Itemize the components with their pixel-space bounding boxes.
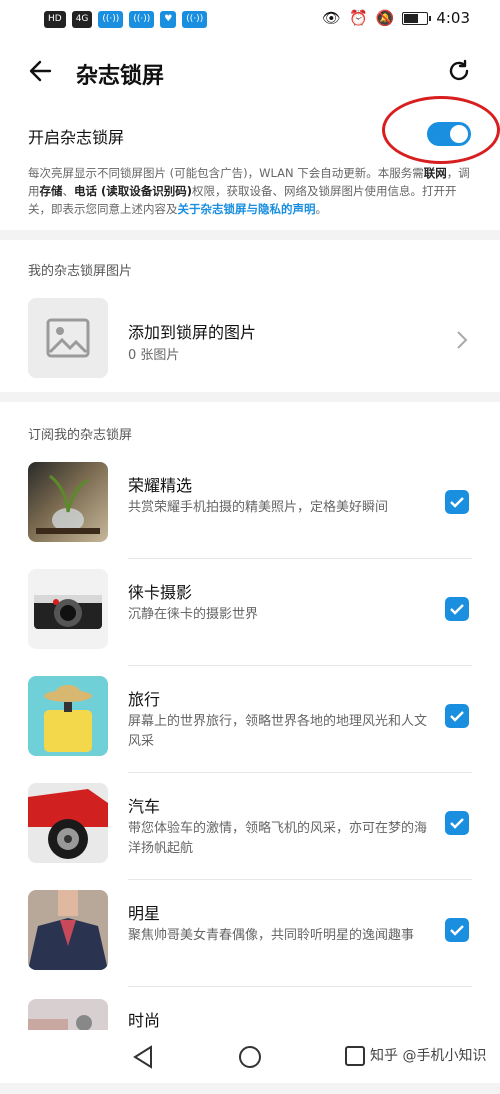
desc-bold: 联网 <box>423 166 447 180</box>
desc-text: 。 <box>315 202 328 216</box>
privacy-statement-link[interactable]: 关于杂志锁屏与隐私的声明 <box>178 202 316 216</box>
status-bar: HD 4G ((·)) ((·)) ♥ ((·)) 👁 ⏰ 🔕 4:03 <box>0 0 500 42</box>
item-title: 时尚 <box>128 1011 161 1030</box>
wifi-badge-icon: ((·)) <box>129 11 155 28</box>
item-title: 荣耀精选 <box>128 476 193 495</box>
item-title: 徕卡摄影 <box>128 583 193 602</box>
mute-icon: 🔕 <box>375 9 395 27</box>
add-image-thumbnail[interactable] <box>28 298 108 378</box>
item-desc: 聚焦帅哥美女青春偶像，共同聆听明星的逸闻趣事 <box>128 928 415 943</box>
image-count: 0 张图片 <box>128 348 180 363</box>
wifi-badge-icon: ((·)) <box>182 11 208 28</box>
status-left-icons: HD 4G ((·)) ((·)) ♥ ((·)) <box>44 11 208 28</box>
back-arrow-icon[interactable] <box>28 58 54 89</box>
desc-bold: 电话 (读取设备识别码) <box>74 184 193 198</box>
checkmark-icon <box>450 604 464 615</box>
wifi-badge-icon: ((·)) <box>98 11 124 28</box>
add-images-label[interactable]: 添加到锁屏的图片 <box>128 319 256 343</box>
checkbox-checked[interactable] <box>445 918 469 942</box>
battery-level <box>404 13 418 23</box>
network-4g-badge: 4G <box>71 11 93 28</box>
checkmark-icon <box>450 925 464 936</box>
health-icon: ♥ <box>160 11 177 28</box>
app-header: 杂志锁屏 <box>0 42 500 104</box>
checkmark-icon <box>450 711 464 722</box>
item-desc: 沉静在徕卡的摄影世界 <box>128 607 259 622</box>
subscription-item-car[interactable]: 汽车 带您体验车的激情，领略飞机的风采，亦可在梦的海洋扬帆起航 <box>0 773 500 880</box>
annotation-circle <box>382 96 500 164</box>
desc-text: 每次亮屏显示不同锁屏图片 (可能包含广告)，WLAN 下会自动更新。本服务需 <box>28 166 424 180</box>
checkbox-checked[interactable] <box>445 490 469 514</box>
item-title: 旅行 <box>128 690 161 709</box>
subscription-item-celebrity[interactable]: 明星 聚焦帅哥美女青春偶像，共同聆听明星的逸闻趣事 <box>0 880 500 987</box>
battery-icon <box>402 11 432 25</box>
leica-camera-thumbnail <box>28 569 108 649</box>
celebrity-thumbnail <box>28 890 108 970</box>
subscriptions-title: 订阅我的杂志锁屏 <box>28 428 133 443</box>
checkmark-icon <box>450 497 464 508</box>
desc-bold: 存储 <box>39 184 63 198</box>
subscriptions-section: 订阅我的杂志锁屏 荣耀精选 共赏荣耀手机拍摄的精美照片，定格美好瞬间 徕卡摄影 … <box>0 402 500 1083</box>
item-title: 明星 <box>128 904 161 923</box>
checkbox-checked[interactable] <box>445 597 469 621</box>
my-images-section: 我的杂志锁屏图片 添加到锁屏的图片 0 张图片 <box>0 240 500 392</box>
zhihu-watermark: 知乎 @手机小知识 <box>370 1048 487 1064</box>
page-title: 杂志锁屏 <box>76 64 165 89</box>
nav-back-icon[interactable] <box>132 1045 154 1069</box>
nav-home-icon[interactable] <box>238 1045 262 1069</box>
refresh-icon[interactable] <box>446 58 472 84</box>
my-images-title: 我的杂志锁屏图片 <box>28 264 133 279</box>
nav-recents-icon[interactable] <box>344 1045 366 1067</box>
item-desc: 带您体验车的激情，领略飞机的风采，亦可在梦的海洋扬帆起航 <box>128 821 428 856</box>
honor-photo-thumbnail <box>28 462 108 542</box>
item-title: 汽车 <box>128 797 161 816</box>
item-desc: 共赏荣耀手机拍摄的精美照片，定格美好瞬间 <box>128 500 389 515</box>
checkbox-checked[interactable] <box>445 811 469 835</box>
desc-text: 、 <box>62 184 75 198</box>
clock: 4:03 <box>436 9 470 27</box>
chevron-right-icon[interactable] <box>456 330 468 355</box>
status-right-icons: 👁 ⏰ 🔕 4:03 <box>322 9 470 27</box>
subscription-item-leica[interactable]: 徕卡摄影 沉静在徕卡的摄影世界 <box>0 559 500 666</box>
travel-suitcase-thumbnail <box>28 676 108 756</box>
eye-icon: 👁 <box>321 9 341 27</box>
checkmark-icon <box>450 818 464 829</box>
image-icon <box>46 318 90 358</box>
subscription-item-travel[interactable]: 旅行 屏幕上的世界旅行，领略世界各地的地理风光和人文风采 <box>0 666 500 773</box>
checkbox-checked[interactable] <box>445 704 469 728</box>
toggle-label: 开启杂志锁屏 <box>28 128 125 147</box>
car-thumbnail <box>28 783 108 863</box>
item-desc: 屏幕上的世界旅行，领略世界各地的地理风光和人文风采 <box>128 714 428 749</box>
subscription-item-honor[interactable]: 荣耀精选 共赏荣耀手机拍摄的精美照片，定格美好瞬间 <box>0 452 500 559</box>
hd-badge: HD <box>44 11 66 28</box>
service-description: 每次亮屏显示不同锁屏图片 (可能包含广告)，WLAN 下会自动更新。本服务需联网… <box>28 164 474 218</box>
alarm-icon: ⏰ <box>348 9 368 27</box>
